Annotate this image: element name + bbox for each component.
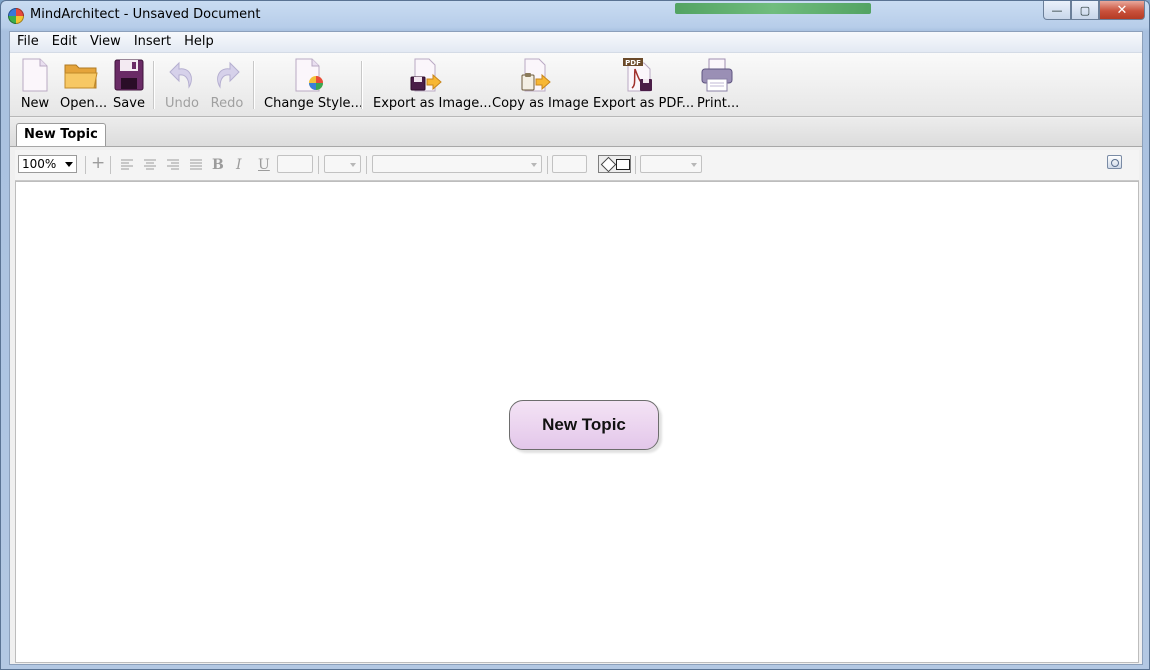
toolbar-separator (153, 61, 155, 109)
window-controls: — ▢ ✕ (1043, 1, 1145, 21)
toolbar-separator (253, 61, 255, 109)
undo-arrow-icon (169, 61, 192, 89)
pdf-badge: PDF (625, 59, 641, 67)
new-label: New (20, 96, 50, 111)
document-tab-strip: New Topic (10, 118, 1142, 147)
copy-image-label: Copy as Image (492, 96, 589, 111)
copy-image-button[interactable]: Copy as Image (492, 57, 589, 111)
diamond-shape-icon (600, 156, 617, 173)
fill-color-box[interactable] (552, 155, 587, 173)
align-center-icon[interactable] (143, 159, 157, 171)
undo-label: Undo (165, 96, 199, 111)
font-family-select[interactable] (372, 155, 542, 173)
copy-image-icon (521, 58, 551, 92)
zoom-value: 100% (22, 157, 57, 171)
export-pdf-label: Export as PDF... (593, 96, 695, 111)
format-separator (366, 156, 367, 174)
underline-button[interactable]: U (258, 156, 270, 174)
rectangle-shape-icon (616, 159, 630, 170)
open-label: Open... (60, 96, 108, 111)
folder-open-icon (64, 64, 98, 89)
chevron-down-icon (65, 162, 73, 167)
print-button[interactable]: Print... (697, 57, 740, 111)
topic-shape-toggle[interactable] (598, 155, 631, 173)
toolbar-separator (361, 61, 363, 109)
menu-edit[interactable]: Edit (45, 32, 83, 52)
menu-insert[interactable]: Insert (127, 32, 177, 52)
format-separator (547, 156, 548, 174)
new-document-icon (22, 58, 48, 92)
print-label: Print... (697, 96, 740, 111)
format-separator (110, 156, 111, 174)
export-image-button[interactable]: Export as Image... (373, 57, 492, 111)
menu-help[interactable]: Help (177, 32, 220, 52)
tab-new-topic[interactable]: New Topic (16, 123, 106, 146)
resize-grip[interactable] (1130, 654, 1138, 662)
change-style-button[interactable]: Change Style... (264, 57, 363, 111)
undo-button[interactable]: Undo (164, 57, 200, 111)
format-separator (635, 156, 636, 174)
menu-bar: File Edit View Insert Help (10, 32, 1142, 53)
change-style-label: Change Style... (264, 96, 363, 111)
align-right-icon[interactable] (166, 159, 180, 171)
export-pdf-button[interactable]: PDF Export as PDF... (593, 57, 695, 111)
redo-button[interactable]: Redo (209, 57, 245, 111)
minimize-button[interactable]: — (1043, 1, 1071, 20)
app-logo-icon (8, 8, 24, 24)
format-bar: 100% + B I U (15, 150, 1139, 181)
window-title: MindArchitect - Unsaved Document (30, 7, 261, 22)
open-button[interactable]: Open... (60, 57, 108, 111)
align-justify-icon[interactable] (189, 159, 203, 171)
redo-arrow-icon (217, 61, 240, 89)
italic-button[interactable]: I (236, 156, 242, 174)
export-pdf-icon: PDF (623, 58, 652, 92)
bold-button[interactable]: B (212, 156, 224, 174)
line-style-select[interactable] (640, 155, 702, 173)
main-toolbar: New Open... Save Undo Redo Change Style.… (10, 53, 1142, 117)
font-size-input[interactable] (277, 155, 313, 173)
align-left-icon[interactable] (120, 159, 134, 171)
app-window: MindArchitect - Unsaved Document — ▢ ✕ F… (0, 0, 1150, 670)
mind-map-canvas[interactable]: New Topic (15, 181, 1139, 663)
style-palette-icon (295, 58, 323, 92)
title-bar-highlight (675, 3, 871, 14)
save-label: Save (113, 96, 145, 111)
menu-view[interactable]: View (83, 32, 127, 52)
maximize-button[interactable]: ▢ (1071, 1, 1099, 20)
format-separator (318, 156, 319, 174)
export-image-icon (410, 58, 442, 92)
text-color-select[interactable] (324, 155, 361, 173)
close-button[interactable]: ✕ (1099, 1, 1145, 20)
zoom-select[interactable]: 100% (18, 155, 77, 173)
printer-icon (701, 58, 733, 92)
save-disk-icon (114, 59, 144, 91)
export-image-label: Export as Image... (373, 96, 492, 111)
new-button[interactable]: New (19, 57, 51, 111)
client-area: File Edit View Insert Help New Open... S… (9, 31, 1143, 665)
format-separator (85, 156, 86, 174)
save-button[interactable]: Save (112, 57, 146, 111)
redo-label: Redo (210, 96, 244, 111)
title-bar[interactable]: MindArchitect - Unsaved Document — ▢ ✕ (1, 1, 1149, 30)
menu-file[interactable]: File (10, 32, 45, 52)
central-topic-node[interactable]: New Topic (509, 400, 659, 450)
panel-settings-icon[interactable] (1107, 155, 1122, 169)
add-topic-button[interactable]: + (91, 154, 105, 172)
